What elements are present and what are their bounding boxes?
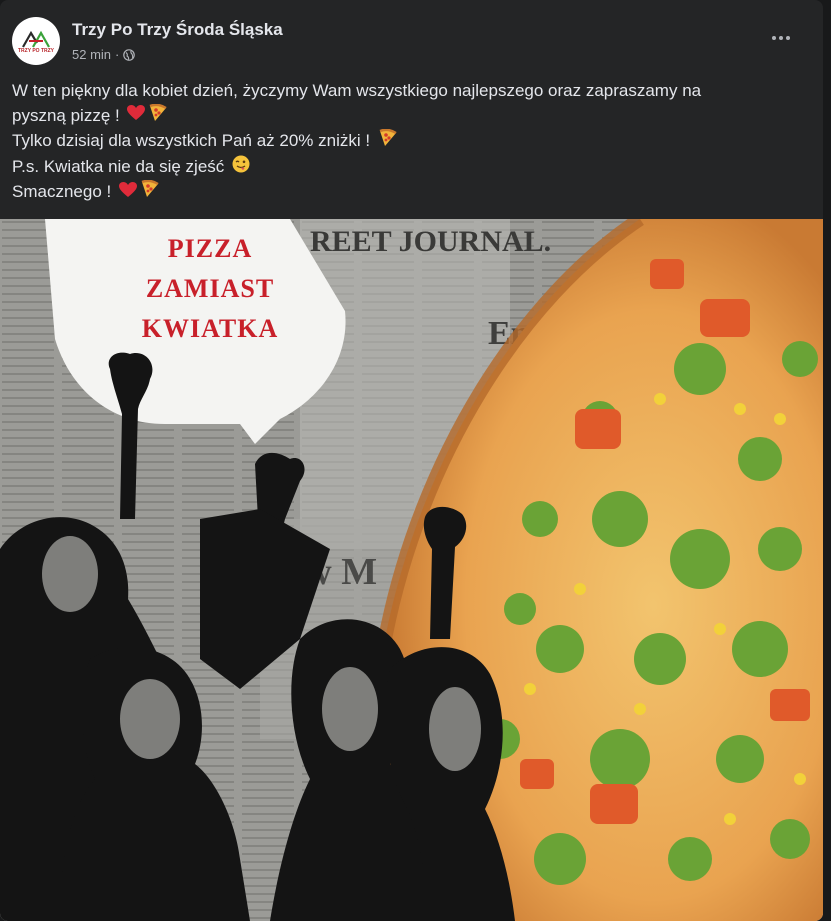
more-options-button[interactable]	[767, 28, 795, 48]
newspaper-headline: REET JOURNAL.	[310, 225, 551, 258]
pizza-emoji-icon	[378, 128, 398, 155]
post-text-line: pyszną pizzę !	[12, 103, 802, 130]
logo-icon	[22, 30, 50, 48]
heart-emoji-icon	[118, 181, 137, 206]
bubble-text-line2: ZAMIAST	[146, 274, 274, 303]
heart-emoji-icon	[127, 104, 146, 129]
page-name[interactable]: Trzy Po Trzy Środa Śląska	[72, 20, 283, 40]
dot-icon	[786, 36, 790, 40]
post-card: TRZY PO TRZY Trzy Po Trzy Środa Śląska 5…	[0, 0, 823, 921]
winking-tongue-emoji-icon	[232, 155, 250, 181]
post-text-line: Smacznego !	[12, 179, 802, 206]
dot-icon	[772, 36, 776, 40]
globe-icon[interactable]	[123, 48, 136, 61]
timestamp[interactable]: 52 min	[72, 47, 111, 62]
post-meta: 52 min ·	[72, 47, 136, 62]
post-text-content: Smacznego !	[12, 182, 116, 202]
post-text-content: W ten piękny dla kobiet dzień, życzymy W…	[12, 81, 702, 100]
post-text-line: Tylko dzisiaj dla wszystkich Pań aż 20% …	[12, 128, 802, 155]
post-text-content: P.s. Kwiatka nie da się zjeść	[12, 156, 230, 176]
bubble-text-line3: KWIATKA	[142, 314, 279, 343]
pizza-emoji-icon	[140, 179, 160, 206]
post-text-line: P.s. Kwiatka nie da się zjeść	[12, 155, 802, 181]
post-text-content: Tylko dzisiaj dla wszystkich Pań aż 20% …	[12, 131, 375, 151]
post-text: W ten piękny dla kobiet dzień, życzymy W…	[12, 79, 802, 206]
post-image[interactable]: REET JOURNAL. New M Ent Lo	[0, 219, 823, 921]
post-text-content: pyszną pizzę !	[12, 105, 125, 125]
dot-icon	[779, 36, 783, 40]
post-image-artwork: REET JOURNAL. New M Ent Lo	[0, 219, 823, 921]
post-text-line: W ten piękny dla kobiet dzień, życzymy W…	[12, 79, 802, 104]
page-avatar[interactable]: TRZY PO TRZY	[12, 17, 60, 65]
logo-text: TRZY PO TRZY	[17, 47, 55, 54]
bubble-text-line1: PIZZA	[168, 234, 252, 263]
pizza-emoji-icon	[148, 103, 168, 130]
separator: ·	[115, 47, 120, 62]
